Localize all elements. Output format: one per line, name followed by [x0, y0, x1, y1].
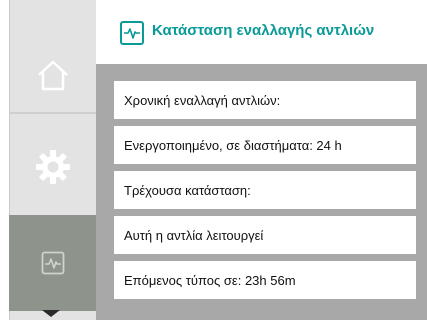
chevron-down-icon[interactable] [42, 310, 60, 317]
status-list: Χρονική εναλλαγή αντλιών: Ενεργοποιημένο… [114, 81, 416, 306]
list-item[interactable]: Ενεργοποιημένο, σε διαστήματα: 24 h [114, 126, 416, 164]
pump-exchange-icon [120, 21, 144, 45]
list-item[interactable]: Τρέχουσα κατάσταση: [114, 171, 416, 209]
nav-rail [0, 0, 97, 320]
list-item[interactable]: Επόμενος τύπος σε: 23h 56m [114, 261, 416, 299]
page-header: Κατάσταση εναλλαγής αντλιών [96, 0, 427, 64]
page-title: Κατάσταση εναλλαγής αντλιών [152, 22, 375, 39]
list-item[interactable]: Χρονική εναλλαγή αντλιών: [114, 81, 416, 119]
main-panel: Κατάσταση εναλλαγής αντλιών Χρονική εναλ… [96, 0, 427, 320]
gear-icon [35, 150, 70, 184]
nav-item-diagnostics[interactable] [9, 215, 96, 311]
home-icon [37, 60, 68, 90]
nav-item-settings[interactable] [9, 116, 96, 218]
nav-divider [9, 112, 96, 114]
diagnostics-icon [41, 251, 64, 275]
list-item[interactable]: Αυτή η αντλία λειτουργεί [114, 216, 416, 254]
